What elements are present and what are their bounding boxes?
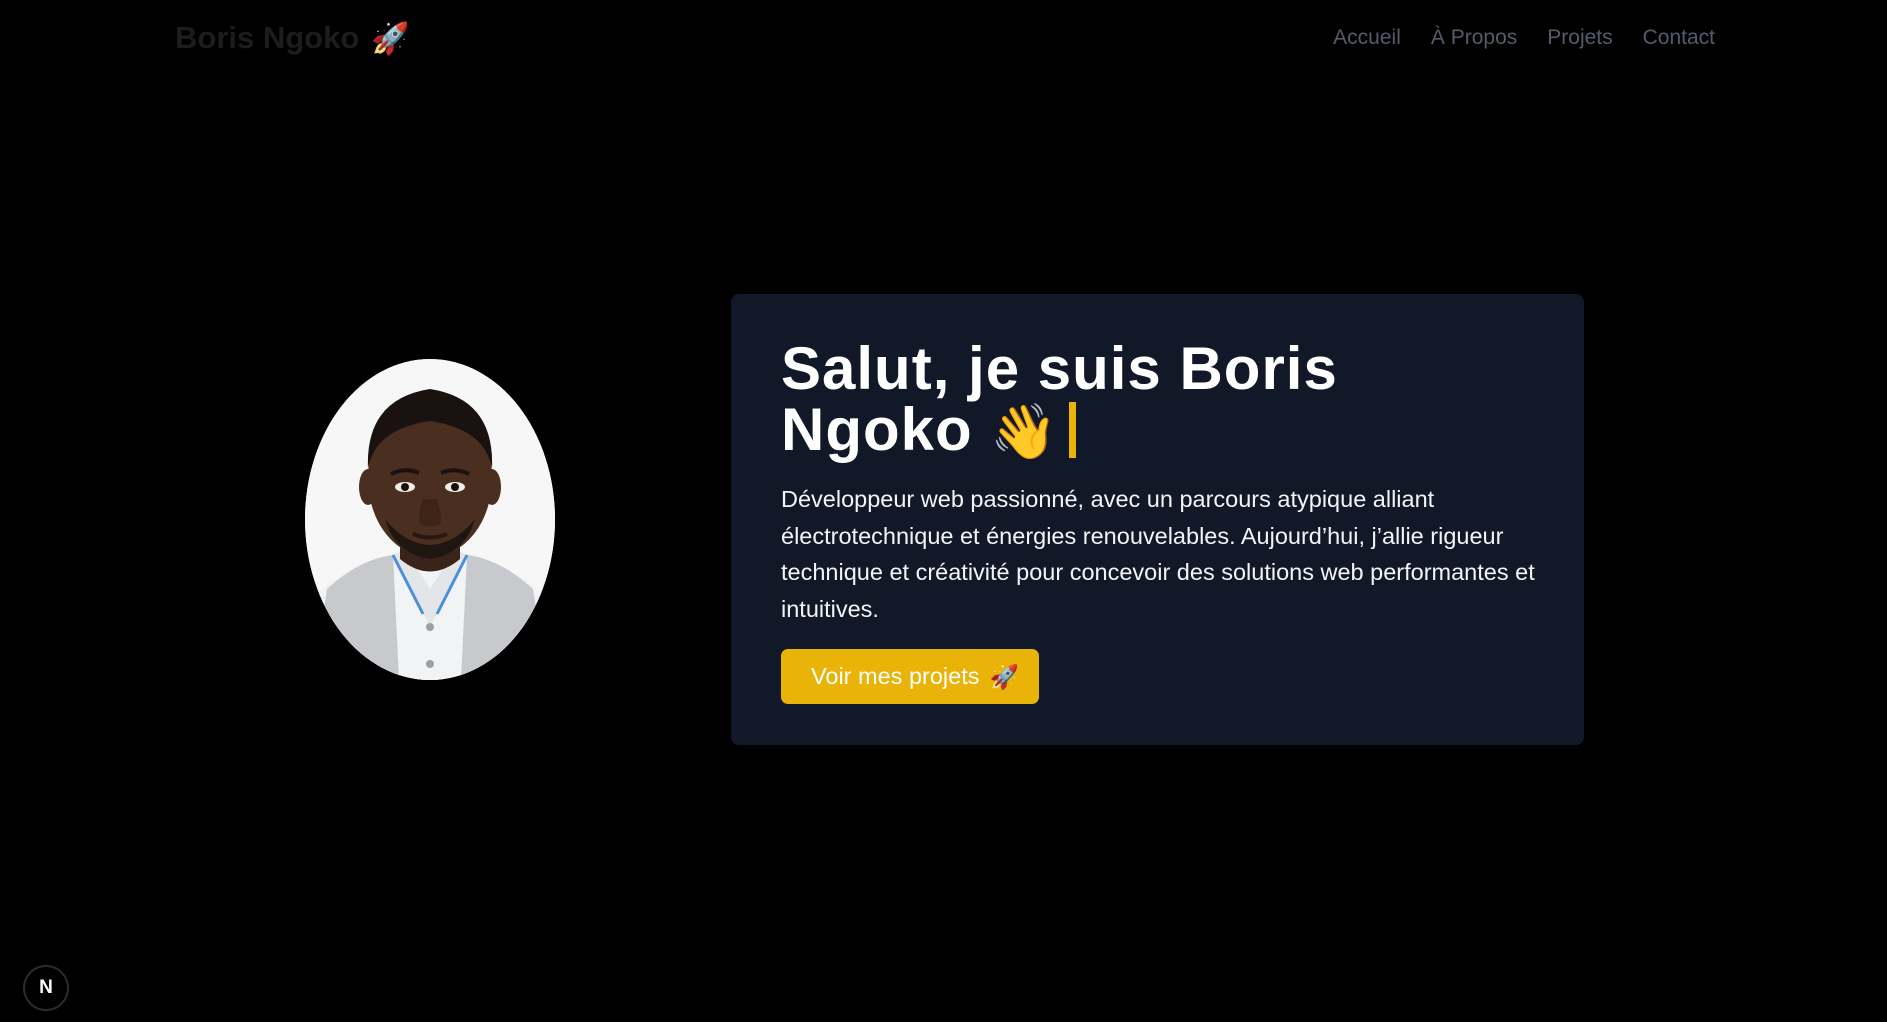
brand-name: Boris Ngoko (175, 20, 360, 55)
brand-logo[interactable]: Boris Ngoko 🚀 (175, 20, 410, 57)
main-nav: Accueil À Propos Projets Contact (1333, 26, 1715, 50)
nextjs-logo-icon: N (39, 977, 53, 998)
rocket-icon: 🚀 (371, 20, 410, 56)
nav-link-contact[interactable]: Contact (1643, 26, 1715, 50)
nav-link-projets[interactable]: Projets (1547, 26, 1612, 50)
view-projects-label: Voir mes projets (811, 663, 980, 689)
typing-caret (1068, 402, 1076, 458)
rocket-icon: 🚀 (989, 663, 1019, 690)
hero-description: Développeur web passionné, avec un parco… (781, 486, 1535, 622)
nav-link-a-propos[interactable]: À Propos (1431, 26, 1517, 50)
navbar: Boris Ngoko 🚀 Accueil À Propos Projets C… (0, 0, 1887, 76)
hero-title-line-1: Salut, je suis Boris (781, 335, 1338, 402)
page: Boris Ngoko 🚀 Accueil À Propos Projets C… (0, 0, 1887, 1022)
waving-hand-icon: 👋 (990, 402, 1059, 462)
hero-title: Salut, je suis Boris Ngoko 👋 (781, 338, 1421, 463)
hero-card: Salut, je suis Boris Ngoko 👋 Développeur… (731, 294, 1584, 745)
hero-title-line-2: Ngoko (781, 396, 973, 463)
nextjs-dev-badge[interactable]: N (23, 965, 69, 1011)
nav-link-accueil[interactable]: Accueil (1333, 26, 1401, 50)
profile-photo (305, 359, 555, 680)
view-projects-button[interactable]: Voir mes projets 🚀 (781, 649, 1039, 704)
profile-photo-illustration (305, 359, 555, 680)
